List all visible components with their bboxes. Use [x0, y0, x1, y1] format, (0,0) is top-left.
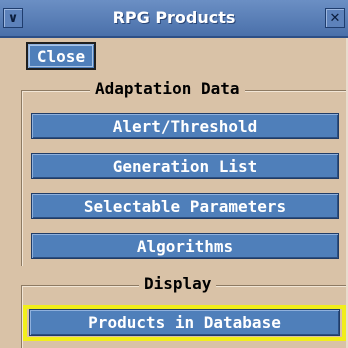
display-legend: Display — [139, 274, 217, 293]
selectable-parameters-button[interactable]: Selectable Parameters — [31, 193, 339, 219]
algorithms-button[interactable]: Algorithms — [31, 233, 339, 259]
close-icon[interactable]: ✕ — [325, 8, 345, 28]
close-button[interactable]: Close — [26, 42, 96, 70]
products-in-database-button[interactable]: Products in Database — [29, 309, 340, 336]
alert-threshold-button[interactable]: Alert/Threshold — [31, 113, 339, 139]
adaptation-data-legend: Adaptation Data — [90, 79, 245, 98]
generation-list-button[interactable]: Generation List — [31, 153, 339, 179]
window-title: RPG Products — [112, 8, 236, 27]
window-titlebar[interactable]: ∨ RPG Products ✕ — [0, 0, 348, 38]
